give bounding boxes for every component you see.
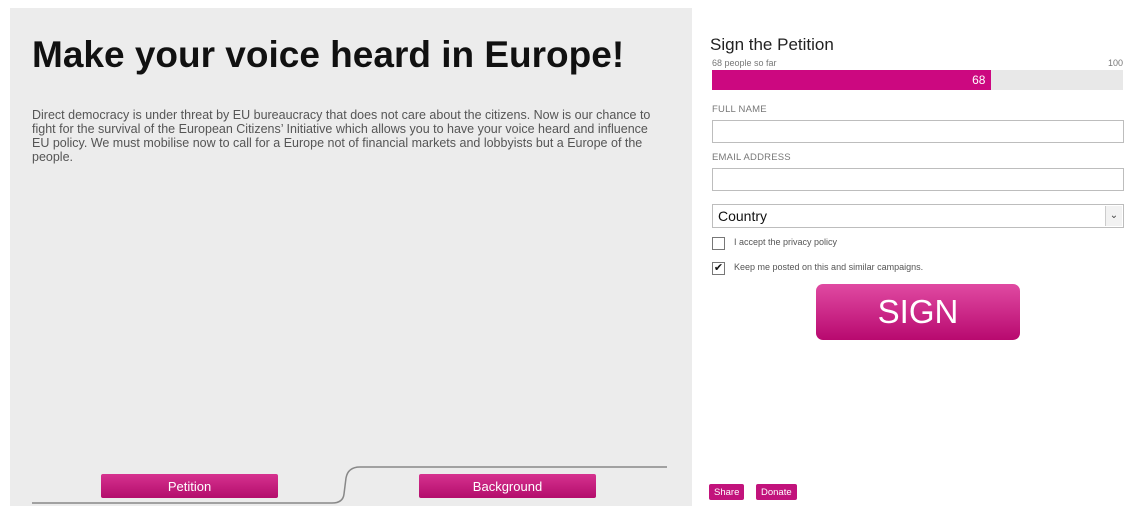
form-title: Sign the Petition	[710, 35, 834, 54]
privacy-label: I accept the privacy policy	[734, 237, 838, 247]
petition-form: Sign the Petition 68 people so far 100 6…	[692, 8, 1131, 506]
sign-button[interactable]: SIGN	[816, 284, 1020, 340]
signature-count-row: 68 people so far 100	[712, 58, 1123, 68]
donate-button[interactable]: Donate	[756, 484, 797, 500]
intro-text: Direct democracy is under threat by EU b…	[32, 108, 651, 164]
signature-progress-bar: 68	[712, 70, 1123, 90]
progress-fill: 68	[712, 70, 992, 90]
email-field[interactable]	[712, 168, 1124, 191]
tab-petition[interactable]: Petition	[101, 474, 278, 498]
page-title: Make your voice heard in Europe!	[32, 34, 625, 75]
content-panel: Make your voice heard in Europe! Direct …	[10, 8, 692, 506]
country-select[interactable]: Country ⌄	[712, 204, 1124, 228]
share-button[interactable]: Share	[709, 484, 745, 500]
signature-count-text: 68 people so far	[712, 58, 777, 68]
progress-value: 68	[972, 73, 986, 87]
email-label: EMAIL ADDRESS	[712, 152, 791, 163]
country-select-value: Country	[718, 208, 768, 224]
checkmark-icon: ✔	[713, 262, 724, 274]
signature-goal: 100	[1107, 58, 1123, 68]
privacy-checkbox[interactable]	[712, 237, 725, 250]
tab-bar: Petition Background	[10, 448, 692, 506]
full-name-field[interactable]	[712, 120, 1124, 143]
tab-background[interactable]: Background	[419, 474, 596, 498]
full-name-label: FULL NAME	[712, 104, 767, 115]
chevron-down-icon[interactable]: ⌄	[1105, 206, 1122, 226]
keep-posted-checkbox[interactable]: ✔	[712, 262, 725, 275]
keep-posted-label: Keep me posted on this and similar campa…	[734, 262, 924, 272]
